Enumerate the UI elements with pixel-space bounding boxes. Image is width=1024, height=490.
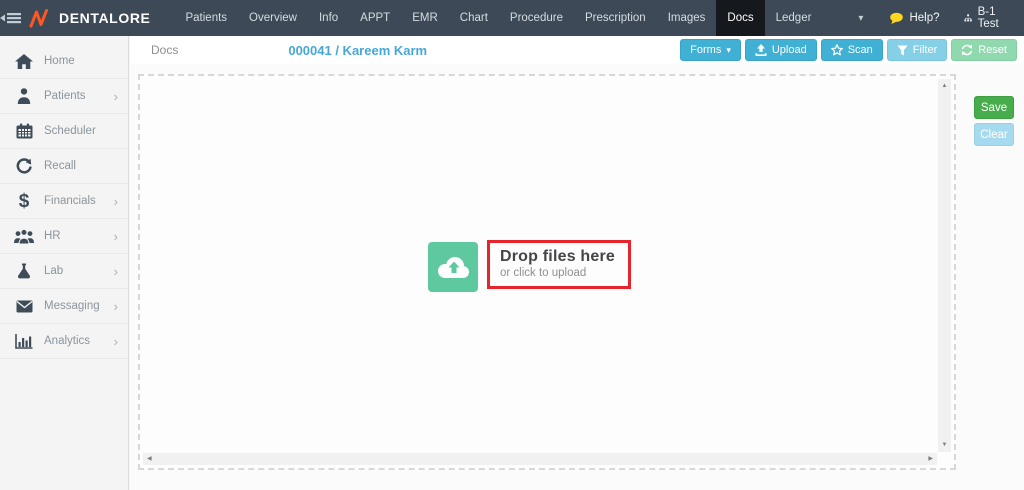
top-navbar: DENTALORE Patients Overview Info APPT EM…: [0, 0, 1024, 36]
horizontal-scrollbar[interactable]: ◀ ▶: [143, 453, 937, 465]
dollar-icon: $: [13, 192, 35, 211]
tab-appt[interactable]: APPT: [349, 0, 401, 36]
chevron-right-icon: ›: [114, 265, 118, 278]
tab-images[interactable]: Images: [657, 0, 717, 36]
sidebar-item-hr[interactable]: HR ›: [0, 219, 128, 254]
tab-info[interactable]: Info: [308, 0, 349, 36]
upload-icon: [755, 44, 767, 56]
chevron-right-icon: ›: [114, 300, 118, 313]
scroll-right-icon[interactable]: ▶: [928, 456, 933, 462]
bar-chart-icon: [13, 334, 35, 349]
sitemap-icon: [964, 12, 972, 24]
star-icon: [831, 44, 843, 56]
chevron-right-icon: ›: [114, 230, 118, 243]
sidebar-item-label: Recall: [44, 160, 76, 172]
brand-logo[interactable]: DENTALORE: [21, 0, 174, 36]
refresh-icon: [961, 44, 973, 56]
annotation-highlight-box: Drop files here or click to upload: [487, 240, 631, 289]
tab-chart[interactable]: Chart: [449, 0, 499, 36]
forms-label: Forms: [690, 44, 721, 56]
reset-label: Reset: [978, 44, 1007, 56]
sidebar-item-label: Financials: [44, 195, 96, 207]
sidebar-toggle-button[interactable]: [0, 0, 21, 36]
chevron-down-icon: ▾: [726, 45, 731, 56]
scroll-up-icon[interactable]: ▲: [938, 83, 951, 89]
sidebar: Home Patients › Scheduler Recall: [0, 36, 129, 490]
cloud-upload-icon: [435, 253, 471, 281]
sidebar-item-patients[interactable]: Patients ›: [0, 79, 128, 114]
envelope-icon: [13, 300, 35, 313]
flask-icon: [13, 263, 35, 279]
file-dropzone[interactable]: Drop files here or click to upload ▲ ▼ ◀…: [138, 74, 956, 470]
tab-procedure[interactable]: Procedure: [499, 0, 574, 36]
sidebar-item-messaging[interactable]: Messaging ›: [0, 289, 128, 324]
content-header: Docs 000041 / Kareem Karm Forms ▾ Upload…: [130, 36, 1024, 64]
sidebar-item-label: Lab: [44, 265, 63, 277]
sidebar-item-recall[interactable]: Recall: [0, 149, 128, 184]
sidebar-item-lab[interactable]: Lab ›: [0, 254, 128, 289]
forms-button[interactable]: Forms ▾: [680, 39, 741, 61]
scroll-down-icon[interactable]: ▼: [938, 442, 951, 448]
vertical-scrollbar[interactable]: ▲ ▼: [938, 79, 951, 452]
practice-selector[interactable]: B-1 Test: [952, 6, 1016, 30]
refresh-icon: [13, 158, 35, 174]
clear-button[interactable]: Clear: [974, 123, 1014, 146]
sidebar-item-label: Analytics: [44, 335, 90, 347]
sidebar-item-label: Scheduler: [44, 125, 96, 137]
content-body: Drop files here or click to upload ▲ ▼ ◀…: [130, 64, 1024, 490]
patient-icon: [13, 88, 35, 104]
sidebar-item-analytics[interactable]: Analytics ›: [0, 324, 128, 359]
users-icon: [13, 229, 35, 244]
filter-label: Filter: [913, 44, 937, 56]
scroll-left-icon[interactable]: ◀: [147, 456, 152, 462]
upload-button[interactable]: Upload: [745, 39, 817, 61]
chevron-right-icon: ›: [114, 335, 118, 348]
chat-bubble-icon: [889, 12, 904, 25]
scan-button[interactable]: Scan: [821, 39, 883, 61]
more-tabs-dropdown[interactable]: ▾: [844, 0, 877, 36]
help-label: Help?: [909, 12, 939, 24]
upload-label: Upload: [772, 44, 807, 56]
dropzone-subtitle: or click to upload: [500, 267, 615, 279]
chevron-down-icon: ▾: [858, 13, 863, 24]
practice-label: B-1 Test: [978, 6, 1004, 30]
reset-button[interactable]: Reset: [951, 39, 1017, 61]
sidebar-item-scheduler[interactable]: Scheduler: [0, 114, 128, 149]
filter-icon: [897, 45, 908, 56]
calendar-icon: [13, 123, 35, 139]
brand-name: DENTALORE: [59, 10, 150, 26]
sidebar-item-label: Messaging: [44, 300, 100, 312]
docs-toolbar: Forms ▾ Upload Scan Filter: [680, 39, 1017, 61]
page-title: Docs: [151, 43, 178, 57]
dentalore-logo-icon: [29, 7, 51, 29]
sidebar-item-label: Home: [44, 55, 75, 67]
main-nav: Patients Overview Info APPT EMR Chart Pr…: [174, 0, 877, 36]
sidebar-item-financials[interactable]: $ Financials ›: [0, 184, 128, 219]
tab-prescription[interactable]: Prescription: [574, 0, 657, 36]
tab-ledger[interactable]: Ledger: [765, 0, 823, 36]
collapse-menu-icon: [0, 11, 21, 25]
tab-overview[interactable]: Overview: [238, 0, 308, 36]
upload-tile-button[interactable]: [428, 242, 478, 292]
filter-button[interactable]: Filter: [887, 39, 947, 61]
patient-link[interactable]: 000041 / Kareem Karm: [288, 43, 427, 58]
chevron-right-icon: ›: [114, 90, 118, 103]
dropzone-title: Drop files here: [500, 248, 615, 266]
save-button[interactable]: Save: [974, 96, 1014, 119]
help-button[interactable]: Help?: [877, 12, 951, 25]
home-icon: [13, 54, 35, 69]
sidebar-item-label: HR: [44, 230, 61, 242]
chevron-right-icon: ›: [114, 195, 118, 208]
dropzone-prompt: Drop files here or click to upload: [428, 242, 631, 292]
topbar-right: Help? B-1 Test System Administrator ▾: [877, 0, 1024, 36]
tab-emr[interactable]: EMR: [401, 0, 449, 36]
sidebar-item-home[interactable]: Home: [0, 44, 128, 79]
tab-docs[interactable]: Docs: [716, 0, 764, 36]
scan-label: Scan: [848, 44, 873, 56]
tab-patients[interactable]: Patients: [174, 0, 238, 36]
sidebar-item-label: Patients: [44, 90, 86, 102]
